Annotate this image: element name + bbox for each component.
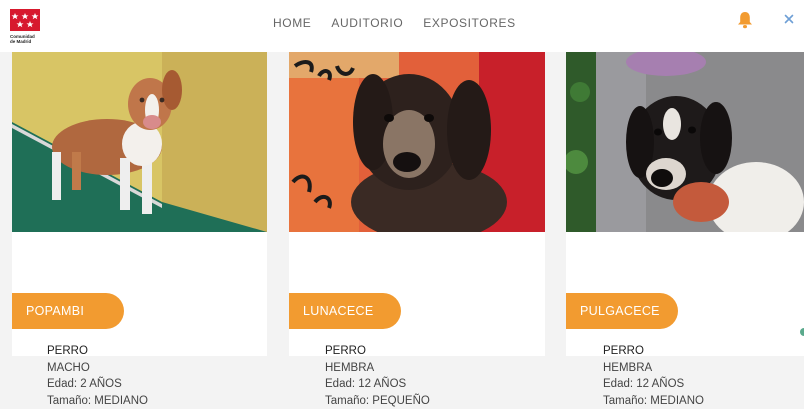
dog-photo-icon xyxy=(289,52,545,232)
nav-expositores[interactable]: EXPOSITORES xyxy=(423,16,515,30)
pet-name-badge[interactable]: PULGACECE xyxy=(566,293,678,329)
pet-card[interactable]: PULGACECE PERRO HEMBRA Edad: 12 AÑOS Tam… xyxy=(566,52,804,356)
pet-species: PERRO xyxy=(47,343,148,360)
pet-size: Tamaño: PEQUEÑO xyxy=(325,393,430,409)
pet-photo[interactable] xyxy=(12,52,267,232)
pet-info: PERRO HEMBRA Edad: 12 AÑOS Tamaño: MEDIA… xyxy=(603,343,704,409)
logo-text: Comunidad de Madrid xyxy=(10,35,50,44)
dog-photo-icon xyxy=(566,52,804,232)
pet-photo[interactable] xyxy=(566,52,804,232)
pet-card[interactable]: LUNACECE PERRO HEMBRA Edad: 12 AÑOS Tama… xyxy=(289,52,545,356)
pet-size: Tamaño: MEDIANO xyxy=(603,393,704,409)
pet-sex: HEMBRA xyxy=(325,360,430,377)
pet-photo[interactable] xyxy=(289,52,545,232)
pet-name: PULGACECE xyxy=(580,304,660,318)
pet-size: Tamaño: MEDIANO xyxy=(47,393,148,409)
nav-home[interactable]: HOME xyxy=(273,16,311,30)
pet-info: PERRO HEMBRA Edad: 12 AÑOS Tamaño: PEQUE… xyxy=(325,343,430,409)
pet-sex: MACHO xyxy=(47,360,148,377)
logo[interactable]: Comunidad de Madrid xyxy=(10,9,44,49)
pet-name-badge[interactable]: POPAMBI xyxy=(12,293,124,329)
pet-age: Edad: 12 AÑOS xyxy=(603,376,704,393)
pet-info: PERRO MACHO Edad: 2 AÑOS Tamaño: MEDIANO xyxy=(47,343,148,409)
madrid-flag-icon xyxy=(10,9,40,31)
pet-species: PERRO xyxy=(603,343,704,360)
pet-sex: HEMBRA xyxy=(603,360,704,377)
main-nav: HOME AUDITORIO EXPOSITORES xyxy=(273,16,516,30)
pet-name: LUNACECE xyxy=(303,304,373,318)
pet-species: PERRO xyxy=(325,343,430,360)
close-icon[interactable] xyxy=(784,14,794,24)
pet-age: Edad: 12 AÑOS xyxy=(325,376,430,393)
pet-card[interactable]: POPAMBI PERRO MACHO Edad: 2 AÑOS Tamaño:… xyxy=(12,52,267,356)
dog-photo-icon xyxy=(12,52,267,232)
top-bar: Comunidad de Madrid HOME AUDITORIO EXPOS… xyxy=(0,0,804,52)
bell-icon[interactable] xyxy=(737,11,753,29)
scroll-indicator xyxy=(800,328,804,336)
nav-auditorio[interactable]: AUDITORIO xyxy=(331,16,403,30)
pet-name-badge[interactable]: LUNACECE xyxy=(289,293,401,329)
pet-name: POPAMBI xyxy=(26,304,84,318)
pet-age: Edad: 2 AÑOS xyxy=(47,376,148,393)
